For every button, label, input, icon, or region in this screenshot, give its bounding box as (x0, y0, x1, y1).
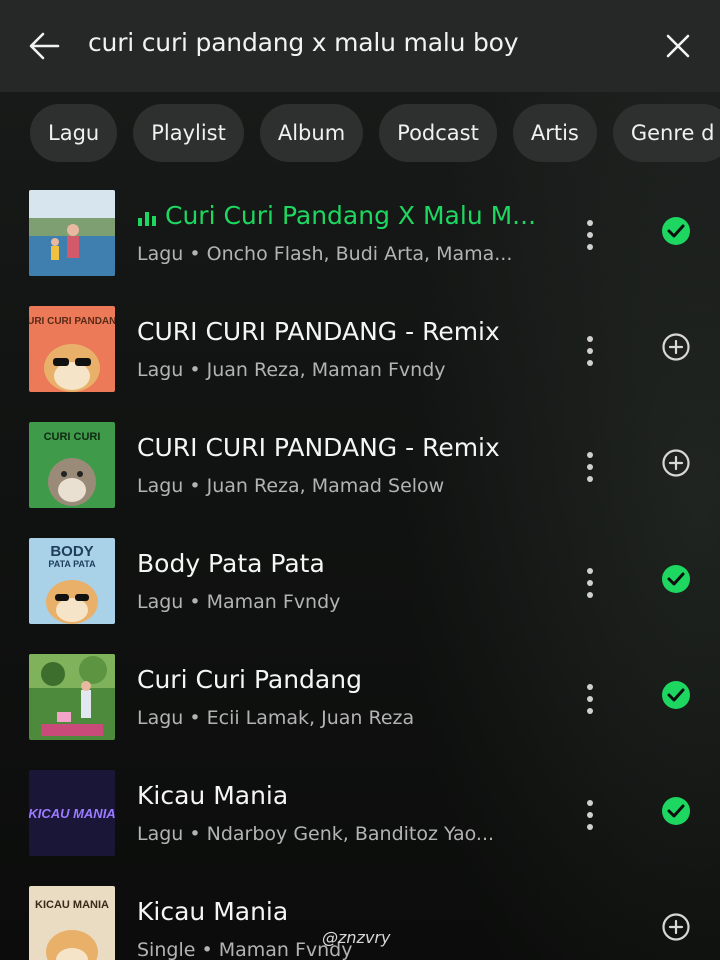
clear-search-button[interactable] (664, 32, 692, 60)
result-title: Kicau Mania (137, 897, 289, 926)
more-options-button[interactable] (578, 795, 602, 835)
saved-button[interactable] (660, 679, 692, 711)
cover-text: CURI CURI (44, 431, 101, 443)
chip-genre[interactable]: Genre d (612, 104, 720, 162)
plus-circle-icon (662, 449, 690, 477)
cover-art (29, 654, 115, 740)
result-title-text: Curi Curi Pandang X Malu M... (165, 201, 537, 230)
check-circle-icon (662, 217, 690, 245)
more-options-button[interactable] (578, 447, 602, 487)
more-vertical-icon (587, 684, 593, 714)
more-vertical-icon (587, 452, 593, 482)
chip-album[interactable]: Album (259, 104, 364, 162)
list-item[interactable]: KICAU MANIA Kicau Mania Lagu • Ndarboy G… (0, 755, 720, 871)
cover-art: BODY PATA PATA (29, 538, 115, 624)
cover-text: KICAU MANIA (35, 899, 109, 911)
add-button[interactable] (660, 911, 692, 943)
result-title: Kicau Mania (137, 781, 289, 810)
check-circle-icon (662, 565, 690, 593)
result-subtitle: Lagu • Oncho Flash, Budi Arta, Mama... (137, 243, 513, 265)
add-button[interactable] (660, 447, 692, 479)
list-item[interactable]: CURI CURI PANDANG CURI CURI PANDANG - Re… (0, 291, 720, 407)
list-item[interactable]: Curi Curi Pandang Lagu • Ecii Lamak, Jua… (0, 639, 720, 755)
more-vertical-icon (587, 220, 593, 250)
result-subtitle: Lagu • Ecii Lamak, Juan Reza (137, 707, 415, 729)
result-subtitle: Lagu • Juan Reza, Mamad Selow (137, 475, 445, 497)
cover-text: PATA PATA (48, 559, 96, 569)
plus-circle-icon (662, 913, 690, 941)
search-input[interactable]: curi curi pandang x malu malu boy (88, 28, 519, 57)
list-item[interactable]: CURI CURI CURI CURI PANDANG - Remix Lagu… (0, 407, 720, 523)
arrow-left-icon (29, 32, 60, 60)
more-options-button[interactable] (578, 563, 602, 603)
result-title: Curi Curi Pandang X Malu M... (137, 201, 536, 230)
add-button[interactable] (660, 331, 692, 363)
watermark-text: @znzvry (322, 928, 391, 947)
result-subtitle: Single • Maman Fvndy (137, 939, 353, 960)
saved-button[interactable] (660, 795, 692, 827)
chip-podcast[interactable]: Podcast (379, 104, 497, 162)
cover-art: KICAU MANIA (29, 770, 115, 856)
result-title: CURI CURI PANDANG - Remix (137, 433, 500, 462)
more-vertical-icon (587, 336, 593, 366)
search-bar: curi curi pandang x malu malu boy (0, 0, 720, 92)
result-subtitle: Lagu • Maman Fvndy (137, 591, 341, 613)
result-subtitle: Lagu • Ndarboy Genk, Banditoz Yao... (137, 823, 495, 845)
check-circle-icon (662, 797, 690, 825)
cover-art: CURI CURI PANDANG (29, 306, 115, 392)
cover-text: KICAU MANIA (29, 806, 115, 821)
chip-lagu[interactable]: Lagu (30, 104, 118, 162)
results-list: Curi Curi Pandang X Malu M... Lagu • Onc… (0, 175, 720, 960)
more-options-button[interactable] (578, 215, 602, 255)
cover-art: CURI CURI (29, 422, 115, 508)
saved-button[interactable] (660, 215, 692, 247)
chip-artis[interactable]: Artis (512, 104, 597, 162)
list-item[interactable]: BODY PATA PATA Body Pata Pata Lagu • Mam… (0, 523, 720, 639)
result-title: CURI CURI PANDANG - Remix (137, 317, 500, 346)
more-vertical-icon (587, 800, 593, 830)
saved-button[interactable] (660, 563, 692, 595)
back-button[interactable] (26, 28, 62, 64)
cover-text: BODY (50, 543, 93, 560)
plus-circle-icon (662, 333, 690, 361)
list-item[interactable]: Curi Curi Pandang X Malu M... Lagu • Onc… (0, 175, 720, 291)
cover-art (29, 190, 115, 276)
more-options-button[interactable] (578, 679, 602, 719)
check-circle-icon (662, 681, 690, 709)
cover-text: CURI CURI PANDANG (29, 316, 115, 327)
cover-art: KICAU MANIA (29, 886, 115, 960)
close-icon (666, 34, 690, 58)
result-title: Body Pata Pata (137, 549, 325, 578)
equalizer-icon (138, 212, 156, 226)
result-title: Curi Curi Pandang (137, 665, 362, 694)
chip-playlist[interactable]: Playlist (133, 104, 244, 162)
filter-chips: Lagu Playlist Album Podcast Artis Genre … (30, 104, 720, 162)
result-subtitle: Lagu • Juan Reza, Maman Fvndy (137, 359, 446, 381)
more-options-button[interactable] (578, 331, 602, 371)
more-vertical-icon (587, 568, 593, 598)
